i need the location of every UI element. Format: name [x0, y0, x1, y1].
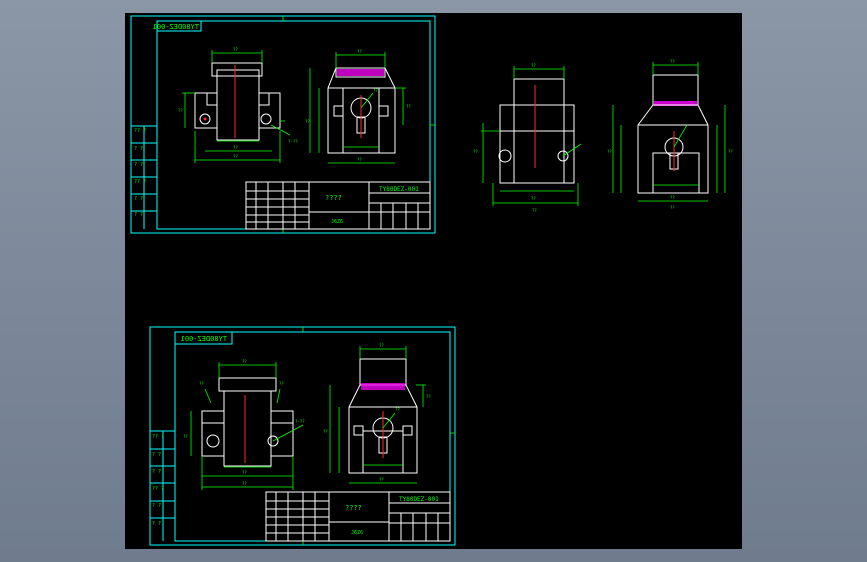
drawing-title: ????	[325, 194, 342, 202]
cad-drawing-viewport[interactable]: TY80DEZ-001 ?? ?? ?? ? ?? ?? ?? ? ?? ?? …	[125, 13, 742, 549]
svg-text:??: ??	[607, 149, 612, 154]
drawing-number-2: TY80DEZ-001	[399, 496, 439, 503]
svg-text:??: ??	[473, 149, 478, 154]
loose-side-view: ??????????	[607, 59, 733, 210]
svg-text:??: ??	[357, 49, 362, 54]
svg-text:??: ??	[305, 119, 310, 124]
svg-text:?? ?: ?? ?	[134, 179, 146, 185]
side-view-1: ?????? ????	[305, 49, 411, 164]
title-block-1: ???? TY80DEZ-001 J6Z6	[245, 181, 431, 230]
svg-text:??: ??	[670, 205, 675, 210]
svg-text:??: ??	[242, 359, 247, 364]
svg-text:??: ??	[426, 394, 431, 399]
svg-text:? ?: ? ?	[152, 452, 161, 458]
svg-text:? ?: ? ?	[134, 162, 143, 168]
scale-text-2: J6Z6	[351, 530, 363, 536]
svg-text:? ?: ? ?	[152, 521, 161, 527]
svg-text:??: ??	[379, 343, 384, 348]
svg-text:??: ??	[233, 145, 238, 150]
mirrored-drawing-label-2: TY80DEZ-001	[181, 335, 227, 343]
svg-text:??: ??	[531, 63, 536, 68]
svg-text:? ?: ? ?	[134, 146, 143, 152]
svg-text:? ?: ? ?	[152, 469, 161, 475]
svg-text:? ?: ? ?	[152, 503, 161, 509]
svg-text:?? ?: ?? ?	[134, 128, 146, 134]
svg-text:?-??: ?-??	[295, 419, 305, 424]
svg-text:??: ??	[242, 481, 247, 486]
svg-text:?-??: ?-??	[288, 139, 298, 144]
svg-text:? ?: ? ?	[134, 196, 143, 202]
loose-front-view: ????????	[473, 63, 582, 213]
drawing-sheet-1: TY80DEZ-001 ?? ?? ?? ? ?? ?? ?? ? ??????…	[130, 15, 436, 234]
front-view-2: ?????? ???? ?? ?-??	[183, 359, 305, 490]
svg-text:??: ??	[531, 196, 536, 201]
drawing-title-2: ????	[345, 504, 362, 512]
svg-text:?? ?: ?? ?	[152, 434, 164, 440]
svg-text:??: ??	[532, 208, 537, 213]
drawing-sheet-2: TY80DEZ-001 ?? ?? ?? ? ?? ?? ?? ? ??????…	[149, 326, 456, 546]
svg-text:??: ??	[183, 434, 188, 439]
svg-text:?? ?: ?? ?	[152, 486, 164, 492]
drawing-canvas[interactable]: TY80DEZ-001 ?? ?? ?? ? ?? ?? ?? ? ??????…	[125, 13, 742, 549]
front-view-1: ?????? ?? ?-??	[178, 47, 298, 163]
svg-text:??: ??	[728, 149, 733, 154]
mirrored-drawing-label: TY80DEZ-001	[153, 23, 199, 31]
scale-text: J6Z6	[331, 219, 343, 225]
svg-text:??: ??	[379, 477, 384, 482]
svg-text:??: ??	[670, 195, 675, 200]
svg-text:??: ??	[323, 429, 328, 434]
side-view-2: ?????? ????	[323, 343, 431, 484]
svg-text:??: ??	[233, 154, 238, 159]
svg-text:??: ??	[279, 381, 284, 386]
svg-text:??: ??	[233, 47, 238, 52]
svg-text:??: ??	[178, 108, 183, 113]
drawing-number: TY80DEZ-001	[379, 186, 419, 193]
svg-text:? ?: ? ?	[134, 212, 143, 218]
svg-text:??: ??	[406, 104, 411, 109]
svg-text:??: ??	[242, 470, 247, 475]
title-block-2: ???? TY80DEZ-001 J6Z6	[265, 491, 451, 542]
svg-text:??: ??	[357, 157, 362, 162]
svg-text:??: ??	[199, 381, 204, 386]
svg-text:??: ??	[670, 59, 675, 64]
svg-text:??: ??	[373, 88, 378, 93]
svg-text:??: ??	[395, 407, 400, 412]
